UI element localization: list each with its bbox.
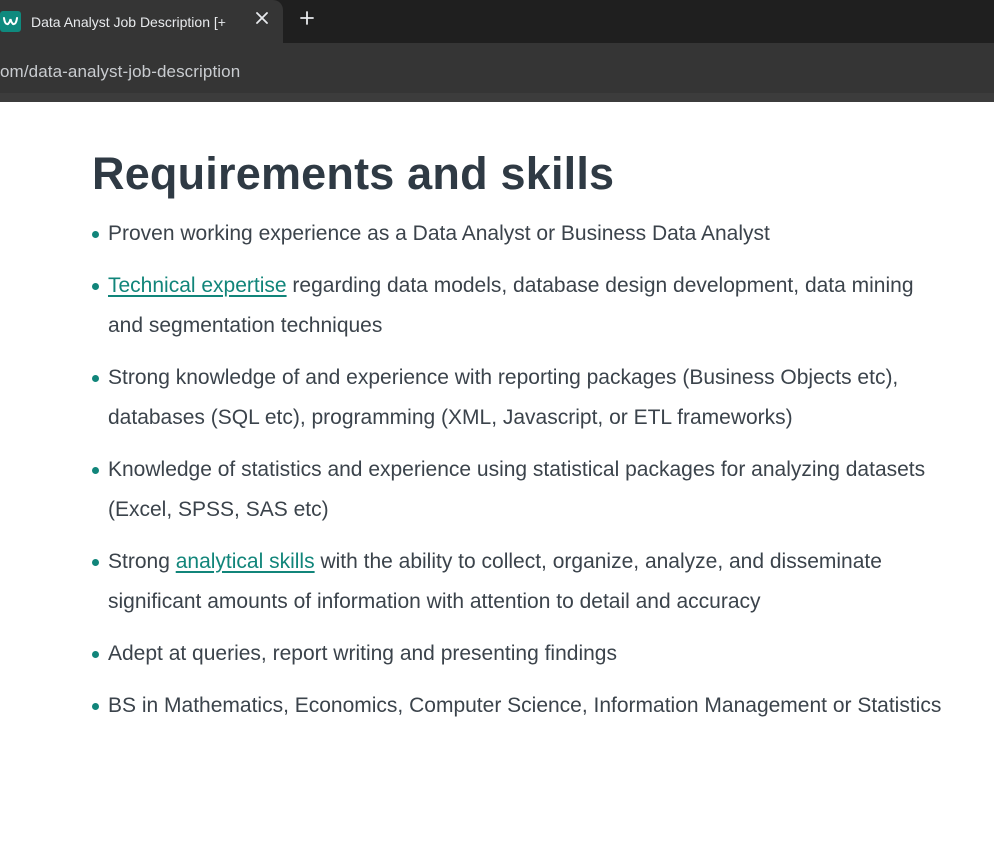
bullet-dot xyxy=(92,559,99,566)
toolbar-divider xyxy=(0,93,994,102)
tab-title: Data Analyst Job Description [+ xyxy=(31,13,239,30)
list-item-text: Adept at queries, report writing and pre… xyxy=(108,642,617,665)
bullet-dot xyxy=(92,651,99,658)
address-bar-area: om/data-analyst-job-description xyxy=(0,43,994,93)
new-tab-plus-icon[interactable] xyxy=(297,8,317,28)
section-heading: Requirements and skills xyxy=(92,148,615,199)
list-item: BS in Mathematics, Economics, Computer S… xyxy=(92,686,952,726)
list-item-text: Strong knowledge of and experience with … xyxy=(108,366,899,429)
site-favicon-icon xyxy=(0,11,21,32)
tab-close-icon[interactable] xyxy=(253,9,271,27)
list-item: Knowledge of statistics and experience u… xyxy=(92,450,952,530)
bullet-dot xyxy=(92,703,99,710)
list-item-text: Proven working experience as a Data Anal… xyxy=(108,222,770,245)
bullet-dot xyxy=(92,283,99,290)
bullet-dot xyxy=(92,375,99,382)
list-item-text: BS in Mathematics, Economics, Computer S… xyxy=(108,694,942,717)
analytical-skills-link[interactable]: analytical skills xyxy=(176,550,315,573)
requirements-list: Proven working experience as a Data Anal… xyxy=(92,214,952,726)
list-item: Technical expertise regarding data model… xyxy=(92,266,952,346)
list-item-text-prefix: Strong xyxy=(108,550,176,573)
list-item-text: Knowledge of statistics and experience u… xyxy=(108,458,926,521)
list-item: Strong knowledge of and experience with … xyxy=(92,358,952,438)
list-item: Adept at queries, report writing and pre… xyxy=(92,634,952,674)
list-item: Strong analytical skills with the abilit… xyxy=(92,542,952,622)
bullet-dot xyxy=(92,467,99,474)
browser-tab-active[interactable]: Data Analyst Job Description [+ xyxy=(0,0,283,43)
technical-expertise-link[interactable]: Technical expertise xyxy=(108,274,287,297)
bullet-dot xyxy=(92,231,99,238)
address-bar-url[interactable]: om/data-analyst-job-description xyxy=(0,62,240,82)
main-content: Requirements and skills Proven working e… xyxy=(92,102,952,738)
tab-strip: Data Analyst Job Description [+ xyxy=(0,0,994,43)
list-item: Proven working experience as a Data Anal… xyxy=(92,214,952,254)
